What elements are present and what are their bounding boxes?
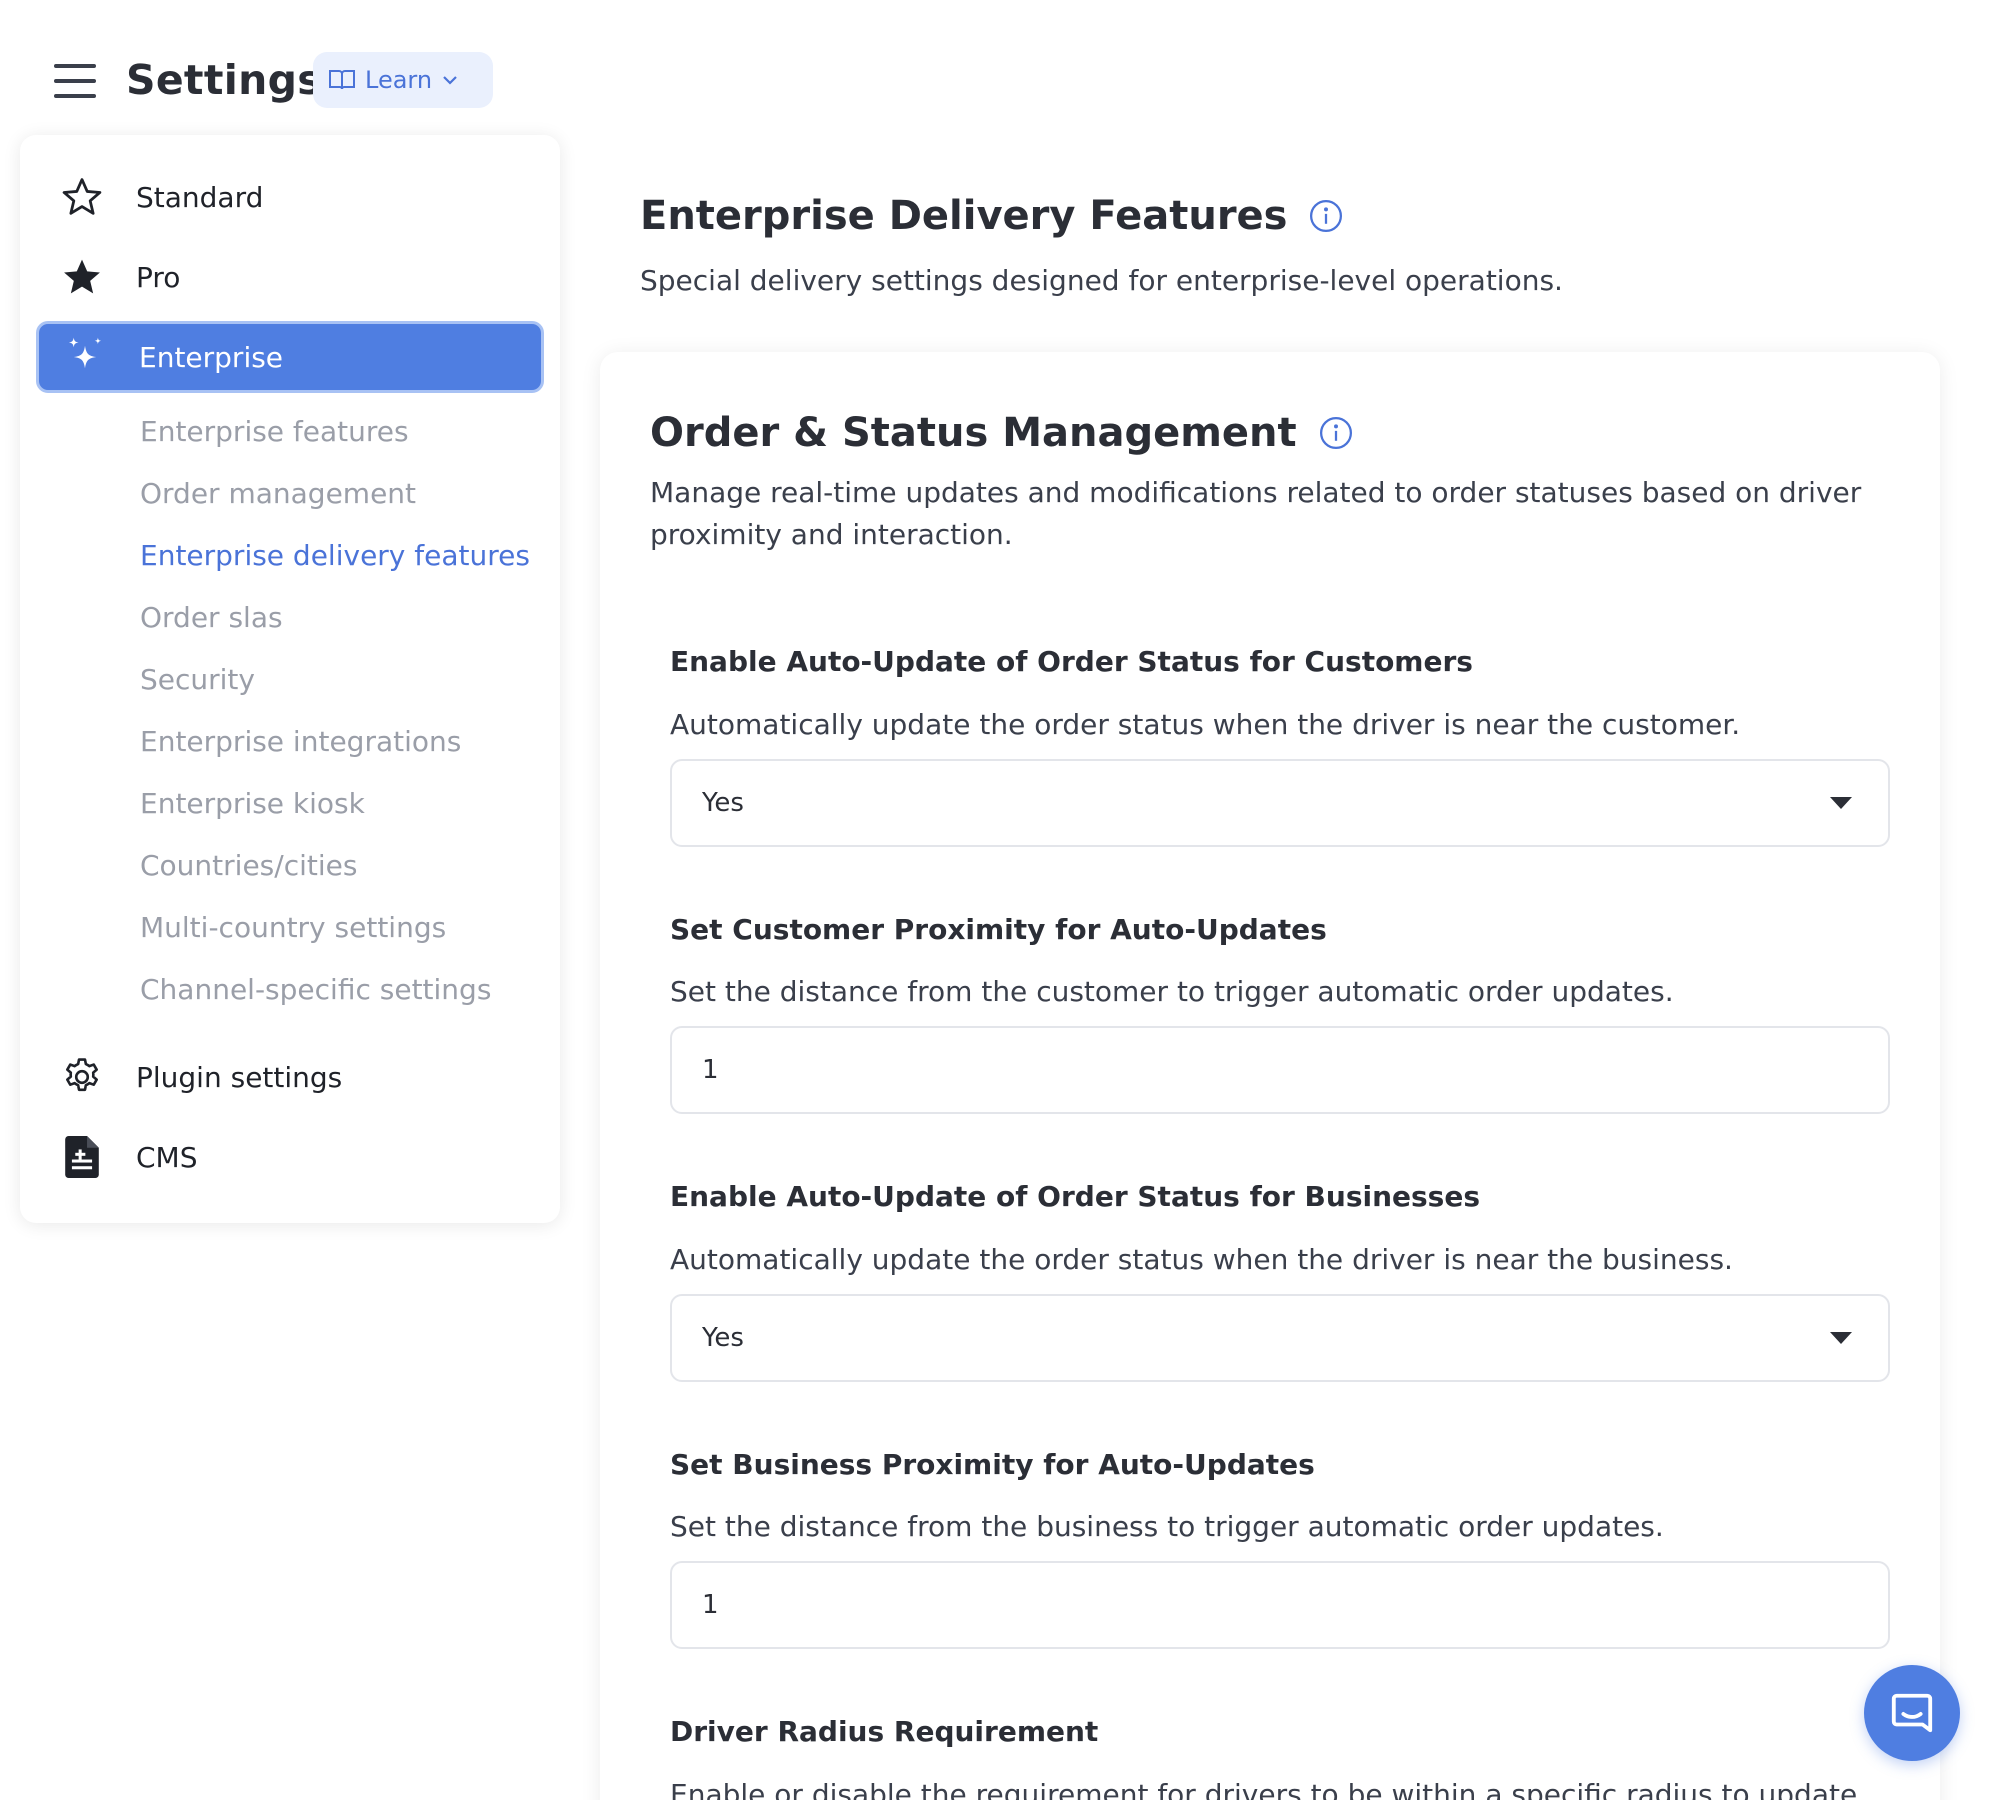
chat-support-button[interactable] xyxy=(1864,1665,1960,1761)
customer-proximity-field xyxy=(670,1026,1890,1114)
chevron-down-icon xyxy=(443,76,457,85)
star-outline-icon xyxy=(61,177,103,217)
settings-card: Order & Status Management Manage real-ti… xyxy=(600,352,1940,1800)
card-description: Manage real-time updates and modificatio… xyxy=(650,476,1862,551)
business-proximity-input[interactable] xyxy=(702,1590,1888,1620)
info-icon[interactable] xyxy=(1319,416,1353,450)
field-help: Automatically update the order status wh… xyxy=(670,708,1741,741)
sidebar-item-standard[interactable]: Standard xyxy=(36,161,544,233)
field-label: Set Business Proximity for Auto-Updates xyxy=(670,1448,1315,1481)
card-title-text: Order & Status Management xyxy=(650,410,1297,456)
sidebar-item-label: Standard xyxy=(136,180,264,214)
section-title: Enterprise Delivery Features xyxy=(640,193,1343,239)
field-label: Set Customer Proximity for Auto-Updates xyxy=(670,913,1327,946)
sidebar-subitem-enterprise-features[interactable]: Enterprise features xyxy=(140,415,409,448)
business-auto-update-select[interactable]: Yes xyxy=(670,1294,1890,1382)
gear-icon xyxy=(61,1056,103,1098)
business-proximity-field xyxy=(670,1561,1890,1649)
menu-icon[interactable] xyxy=(54,64,96,98)
sidebar-item-label: Plugin settings xyxy=(136,1060,343,1094)
caret-down-icon xyxy=(1830,1332,1852,1344)
sidebar-item-cms[interactable]: CMS xyxy=(36,1121,544,1193)
sidebar-item-enterprise[interactable]: Enterprise xyxy=(36,321,544,393)
book-icon xyxy=(329,70,355,90)
field-label: Enable Auto-Update of Order Status for B… xyxy=(670,1180,1480,1213)
sidebar: Standard Pro Enterprise Enterprise featu… xyxy=(20,135,560,1223)
sparkles-icon xyxy=(65,336,105,378)
section-title-text: Enterprise Delivery Features xyxy=(640,193,1288,239)
field-help: Enable or disable the requirement for dr… xyxy=(670,1778,1858,1800)
star-filled-icon xyxy=(61,257,103,297)
sidebar-item-label: Enterprise xyxy=(139,340,284,374)
sidebar-subitem-enterprise-integrations[interactable]: Enterprise integrations xyxy=(140,725,461,758)
sidebar-item-label: CMS xyxy=(136,1140,198,1174)
info-icon[interactable] xyxy=(1309,199,1343,233)
sidebar-subitem-enterprise-kiosk[interactable]: Enterprise kiosk xyxy=(140,787,365,820)
customer-proximity-input[interactable] xyxy=(702,1055,1888,1085)
select-value: Yes xyxy=(702,788,744,818)
learn-dropdown-button[interactable]: Learn xyxy=(313,52,493,108)
field-help: Automatically update the order status wh… xyxy=(670,1243,1733,1276)
field-label: Enable Auto-Update of Order Status for C… xyxy=(670,645,1473,678)
document-icon xyxy=(65,1136,99,1178)
section-description: Special delivery settings designed for e… xyxy=(640,264,1563,297)
sidebar-subitem-order-management[interactable]: Order management xyxy=(140,477,416,510)
sidebar-subitem-enterprise-delivery-features[interactable]: Enterprise delivery features xyxy=(140,539,530,572)
select-value: Yes xyxy=(702,1323,744,1353)
sidebar-subitem-countries-cities[interactable]: Countries/cities xyxy=(140,849,357,882)
chat-icon xyxy=(1891,1693,1933,1733)
sidebar-item-pro[interactable]: Pro xyxy=(36,241,544,313)
sidebar-subitem-order-slas[interactable]: Order slas xyxy=(140,601,283,634)
sidebar-subitem-channel-specific-settings[interactable]: Channel-specific settings xyxy=(140,973,491,1006)
card-title: Order & Status Management xyxy=(650,410,1353,456)
learn-label: Learn xyxy=(365,66,433,94)
sidebar-subitem-security[interactable]: Security xyxy=(140,663,255,696)
sidebar-item-label: Pro xyxy=(136,260,181,294)
field-label: Driver Radius Requirement xyxy=(670,1715,1099,1748)
field-help: Set the distance from the business to tr… xyxy=(670,1510,1664,1543)
field-help: Set the distance from the customer to tr… xyxy=(670,975,1674,1008)
customer-auto-update-select[interactable]: Yes xyxy=(670,759,1890,847)
sidebar-item-plugin-settings[interactable]: Plugin settings xyxy=(36,1041,544,1113)
caret-down-icon xyxy=(1830,797,1852,809)
page-title: Settings xyxy=(126,56,322,104)
sidebar-subitem-multi-country-settings[interactable]: Multi-country settings xyxy=(140,911,446,944)
